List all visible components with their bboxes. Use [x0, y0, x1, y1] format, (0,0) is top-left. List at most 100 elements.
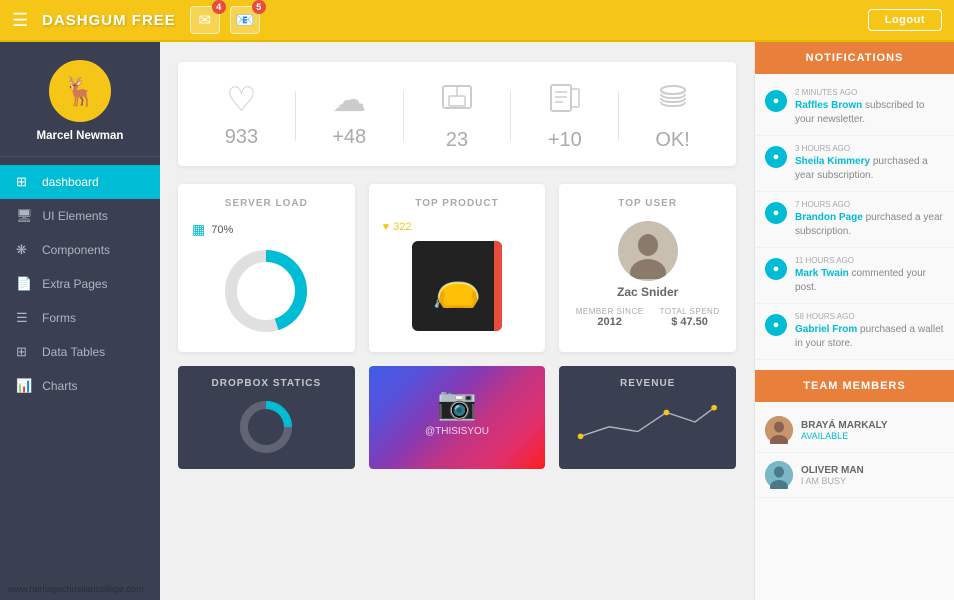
notif-text-0: Raffles Brown subscribed to your newslet…	[795, 99, 944, 127]
sidebar-item-label-extra: Extra Pages	[42, 277, 107, 291]
logout-button[interactable]: Logout	[868, 9, 942, 31]
main-layout: 🦌 Marcel Newman ⊞ dashboard 🖥 UI Element…	[0, 42, 954, 600]
team-members-title: TEAM MEMBERS	[755, 370, 954, 402]
dropbox-chart	[190, 397, 343, 457]
member-since-label: MEMBER SINCE	[576, 307, 644, 316]
stat-news-value: +10	[548, 129, 582, 152]
cloud-icon: ☁	[332, 80, 366, 120]
member-since-stat: MEMBER SINCE 2012	[576, 307, 644, 328]
notif-content-2: 7 HOURS AGO Brandon Page purchased a yea…	[795, 200, 944, 239]
user-name: Zac Snider	[617, 285, 678, 299]
notif-item-2: ● 7 HOURS AGO Brandon Page purchased a y…	[755, 192, 954, 248]
profile-name: Marcel Newman	[37, 130, 124, 142]
dropbox-card: DROPBOX STATICS	[178, 366, 355, 469]
sidebar-item-charts[interactable]: 📊 Charts	[0, 369, 160, 403]
sidebar-item-data-tables[interactable]: ⊞ Data Tables	[0, 335, 160, 369]
stat-news: +10	[511, 80, 618, 152]
notif-link-0[interactable]: Raffles Brown	[795, 100, 862, 111]
product-likes: 322	[393, 221, 411, 233]
team-name-1: OLIVER MAN	[801, 465, 944, 476]
server-icon: ▦	[192, 221, 205, 238]
total-spend-stat: TOTAL SPEND $ 47.50	[660, 307, 720, 328]
stat-database: OK!	[619, 80, 726, 152]
stat-cloud-value: +48	[332, 126, 366, 149]
heart-filled-icon: ♥	[383, 221, 390, 233]
revenue-chart	[571, 397, 724, 452]
notif-link-1[interactable]: Sheila Kimmery	[795, 156, 870, 167]
notif-item-0: ● 2 MINUTES AGO Raffles Brown subscribed…	[755, 80, 954, 136]
top-product-title: TOP PRODUCT	[383, 198, 532, 209]
notif-time-2: 7 HOURS AGO	[795, 200, 944, 209]
notif-icon-1: ●	[765, 146, 787, 168]
revenue-card: REVENUE	[559, 366, 736, 469]
sidebar-item-extra-pages[interactable]: 📄 Extra Pages	[0, 267, 160, 301]
server-load-title: SERVER LOAD	[192, 198, 341, 209]
top-product-card: TOP PRODUCT ♥ 322 👝	[369, 184, 546, 352]
sidebar-item-forms[interactable]: ☰ Forms	[0, 301, 160, 335]
stat-inbox-value: 23	[446, 129, 468, 152]
stat-cloud: ☁ +48	[296, 80, 403, 152]
dashboard-icon: ⊞	[16, 174, 32, 190]
instagram-card: 📷 @THISISYOU	[369, 366, 546, 469]
notif-link-2[interactable]: Brandon Page	[795, 212, 863, 223]
avatar: 🦌	[49, 60, 111, 122]
server-load-card: SERVER LOAD ▦ 70%	[178, 184, 355, 352]
stat-likes-value: 933	[225, 126, 258, 149]
forms-icon: ☰	[16, 310, 32, 326]
components-icon: ❋	[16, 242, 32, 258]
stat-likes: ♡ 933	[188, 80, 295, 152]
sidebar-item-label-dashboard: dashboard	[42, 175, 99, 189]
card-row: SERVER LOAD ▦ 70% TOP PRODUC	[178, 184, 736, 352]
dropbox-title: DROPBOX STATICS	[190, 378, 343, 389]
notif-time-3: 11 HOURS AGO	[795, 256, 944, 265]
notif-item-1: ● 3 HOURS AGO Sheila Kimmery purchased a…	[755, 136, 954, 192]
team-list: BRAYÁ MARKALY AVAILABLE OLIVER MAN I AM …	[755, 402, 954, 504]
right-panel: NOTIFICATIONS ● 2 MINUTES AGO Raffles Br…	[754, 42, 954, 600]
instagram-icon: 📷	[437, 384, 477, 422]
server-load-percent: 70%	[211, 224, 233, 236]
notif-icon-3: ●	[765, 258, 787, 280]
sidebar: 🦌 Marcel Newman ⊞ dashboard 🖥 UI Element…	[0, 42, 160, 600]
team-avatar-0	[765, 416, 793, 444]
team-name-0: BRAYÁ MARKALY	[801, 420, 944, 431]
notif-link-3[interactable]: Mark Twain	[795, 268, 849, 279]
notification-list: ● 2 MINUTES AGO Raffles Brown subscribed…	[755, 74, 954, 366]
top-user-card: TOP USER Zac Snider MEMBER SINCE 201	[559, 184, 736, 352]
notif-link-4[interactable]: Gabriel From	[795, 324, 857, 335]
message-badge: 4	[212, 0, 226, 14]
main-content: ♡ 933 ☁ +48 23	[160, 42, 754, 600]
notif-icon-2: ●	[765, 202, 787, 224]
product-image: 👝	[412, 241, 502, 331]
sidebar-item-components[interactable]: ❋ Components	[0, 233, 160, 267]
user-info: Zac Snider MEMBER SINCE 2012 TOTAL SPEND…	[573, 221, 722, 328]
server-load-label: ▦ 70%	[192, 221, 233, 238]
instagram-handle: @THISISYOU	[425, 426, 489, 437]
message-icon-wrap[interactable]: ✉ 4	[190, 6, 220, 34]
team-item-1: OLIVER MAN I AM BUSY	[755, 453, 954, 498]
sidebar-item-label-tables: Data Tables	[42, 345, 105, 359]
brand-label: DASHGUM FREE	[42, 12, 176, 29]
topnav: ☰ DASHGUM FREE ✉ 4 📧 5 Logout	[0, 0, 954, 42]
notif-time-0: 2 MINUTES AGO	[795, 88, 944, 97]
sidebar-profile: 🦌 Marcel Newman	[0, 42, 160, 157]
product-info: ♥ 322 👝	[383, 221, 532, 331]
product-heart: ♥ 322	[383, 221, 412, 233]
heart-icon: ♡	[226, 80, 256, 120]
hamburger-icon[interactable]: ☰	[12, 10, 28, 31]
sidebar-item-dashboard[interactable]: ⊞ dashboard	[0, 165, 160, 199]
revenue-title: REVENUE	[571, 378, 724, 389]
news-icon	[547, 80, 583, 123]
team-item-0: BRAYÁ MARKALY AVAILABLE	[755, 408, 954, 453]
sidebar-item-ui-elements[interactable]: 🖥 UI Elements	[0, 199, 160, 233]
product-stripe	[494, 241, 502, 331]
notif-time-4: 58 HOURS AGO	[795, 312, 944, 321]
charts-icon: 📊	[16, 378, 32, 394]
notif-item-3: ● 11 HOURS AGO Mark Twain commented your…	[755, 248, 954, 304]
bottom-row: DROPBOX STATICS 📷 @THISISYOU REVENUE	[178, 366, 736, 469]
mail-icon-wrap[interactable]: 📧 5	[230, 6, 260, 34]
wallet-icon: 👝	[432, 263, 482, 310]
sidebar-nav: ⊞ dashboard 🖥 UI Elements ❋ Components 📄…	[0, 157, 160, 600]
stat-db-value: OK!	[655, 129, 689, 152]
team-info-1: OLIVER MAN I AM BUSY	[801, 465, 944, 486]
topnav-icons: ✉ 4 📧 5	[190, 6, 260, 34]
